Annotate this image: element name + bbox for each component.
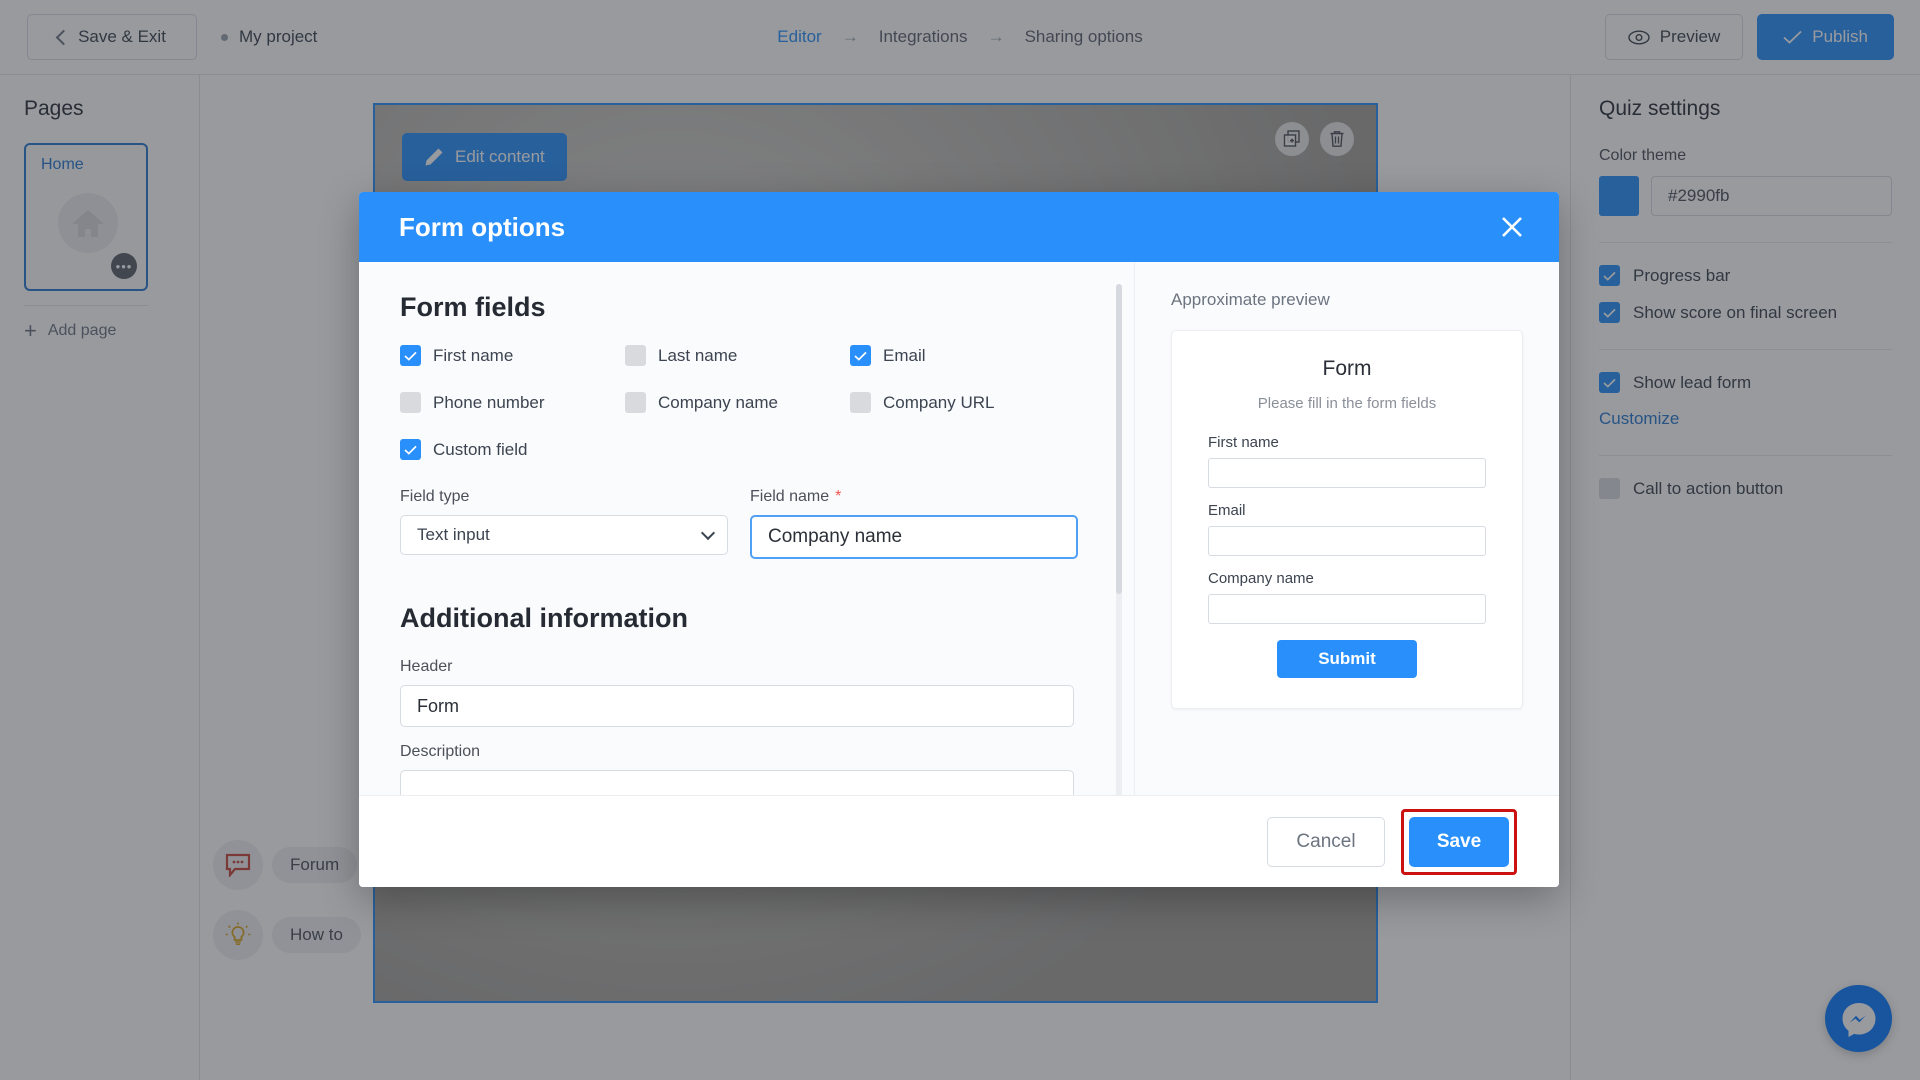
field-checkbox-last-name[interactable]: Last name	[625, 345, 850, 366]
close-x-icon	[1502, 217, 1522, 237]
close-icon[interactable]	[1495, 210, 1529, 244]
preview-card: Form Please fill in the form fields Firs…	[1171, 330, 1523, 709]
save-button[interactable]: Save	[1409, 816, 1509, 867]
form-options-modal: Form options Form fields First name Last…	[359, 192, 1559, 887]
preview-input-email[interactable]	[1208, 526, 1486, 556]
approximate-preview-label: Approximate preview	[1171, 290, 1330, 309]
field-type-label: Field type	[400, 488, 470, 505]
field-checkbox-first-name[interactable]: First name	[400, 345, 625, 366]
field-checkbox-custom-field[interactable]: Custom field	[400, 439, 625, 460]
preview-subtitle: Please fill in the form fields	[1257, 395, 1437, 412]
checkbox-checked-icon	[850, 345, 871, 366]
preview-field-label-first-name: First name	[1208, 434, 1279, 451]
modal-form-panel: Form fields First name Last name Email P…	[359, 262, 1134, 795]
field-name-group: Field name * Company name	[750, 488, 1078, 559]
field-label-phone-number: Phone number	[433, 392, 545, 412]
preview-title: Form	[1322, 357, 1372, 380]
app-root: Save & Exit My project Editor → Integrat…	[0, 0, 1920, 1080]
additional-information-title: Additional information	[400, 603, 688, 633]
preview-input-first-name[interactable]	[1208, 458, 1486, 488]
field-type-value: Text input	[417, 525, 490, 544]
preview-submit-button[interactable]: Submit	[1277, 640, 1417, 678]
field-label-company-name: Company name	[658, 392, 779, 412]
cancel-button[interactable]: Cancel	[1267, 816, 1385, 867]
field-name-input[interactable]: Company name	[750, 515, 1078, 559]
checkbox-checked-icon	[400, 439, 421, 460]
checkbox-unchecked-icon	[850, 392, 871, 413]
checkbox-checked-icon	[400, 345, 421, 366]
checkbox-unchecked-icon	[400, 392, 421, 413]
custom-field-settings: Field type Text input Field name * Compan…	[400, 488, 1134, 559]
modal-header: Form options	[359, 192, 1559, 262]
field-checkbox-company-name[interactable]: Company name	[625, 392, 850, 413]
description-label: Description	[400, 743, 481, 760]
field-label-first-name: First name	[433, 345, 514, 365]
field-label-company-url: Company URL	[883, 392, 995, 412]
description-input[interactable]	[400, 770, 1074, 795]
form-fields-title: Form fields	[400, 292, 546, 322]
chevron-down-icon	[700, 525, 716, 541]
field-checkbox-email[interactable]: Email	[850, 345, 1075, 366]
modal-title: Form options	[399, 211, 566, 242]
modal-body: Form fields First name Last name Email P…	[359, 262, 1559, 795]
field-type-group: Field type Text input	[400, 488, 728, 559]
scrollbar-thumb[interactable]	[1116, 284, 1122, 594]
field-name-label-text: Field name	[750, 488, 830, 505]
form-fields-grid: First name Last name Email Phone number …	[400, 345, 1134, 460]
header-input[interactable]: Form	[400, 685, 1074, 727]
field-name-label: Field name *	[750, 488, 1078, 506]
required-asterisk: *	[835, 488, 842, 505]
save-button-highlight: Save	[1401, 808, 1517, 875]
field-checkbox-phone-number[interactable]: Phone number	[400, 392, 625, 413]
header-label: Header	[400, 658, 453, 675]
field-label-custom-field: Custom field	[433, 439, 528, 459]
preview-field-label-company-name: Company name	[1208, 570, 1314, 587]
field-label-last-name: Last name	[658, 345, 738, 365]
field-checkbox-company-url[interactable]: Company URL	[850, 392, 1075, 413]
modal-footer: Cancel Save	[359, 795, 1559, 887]
approximate-preview-panel: Approximate preview Form Please fill in …	[1134, 262, 1559, 795]
preview-field-label-email: Email	[1208, 502, 1246, 519]
field-label-email: Email	[883, 345, 926, 365]
checkbox-unchecked-icon	[625, 392, 646, 413]
preview-input-company-name[interactable]	[1208, 594, 1486, 624]
checkbox-unchecked-icon	[625, 345, 646, 366]
field-type-select[interactable]: Text input	[400, 515, 728, 555]
